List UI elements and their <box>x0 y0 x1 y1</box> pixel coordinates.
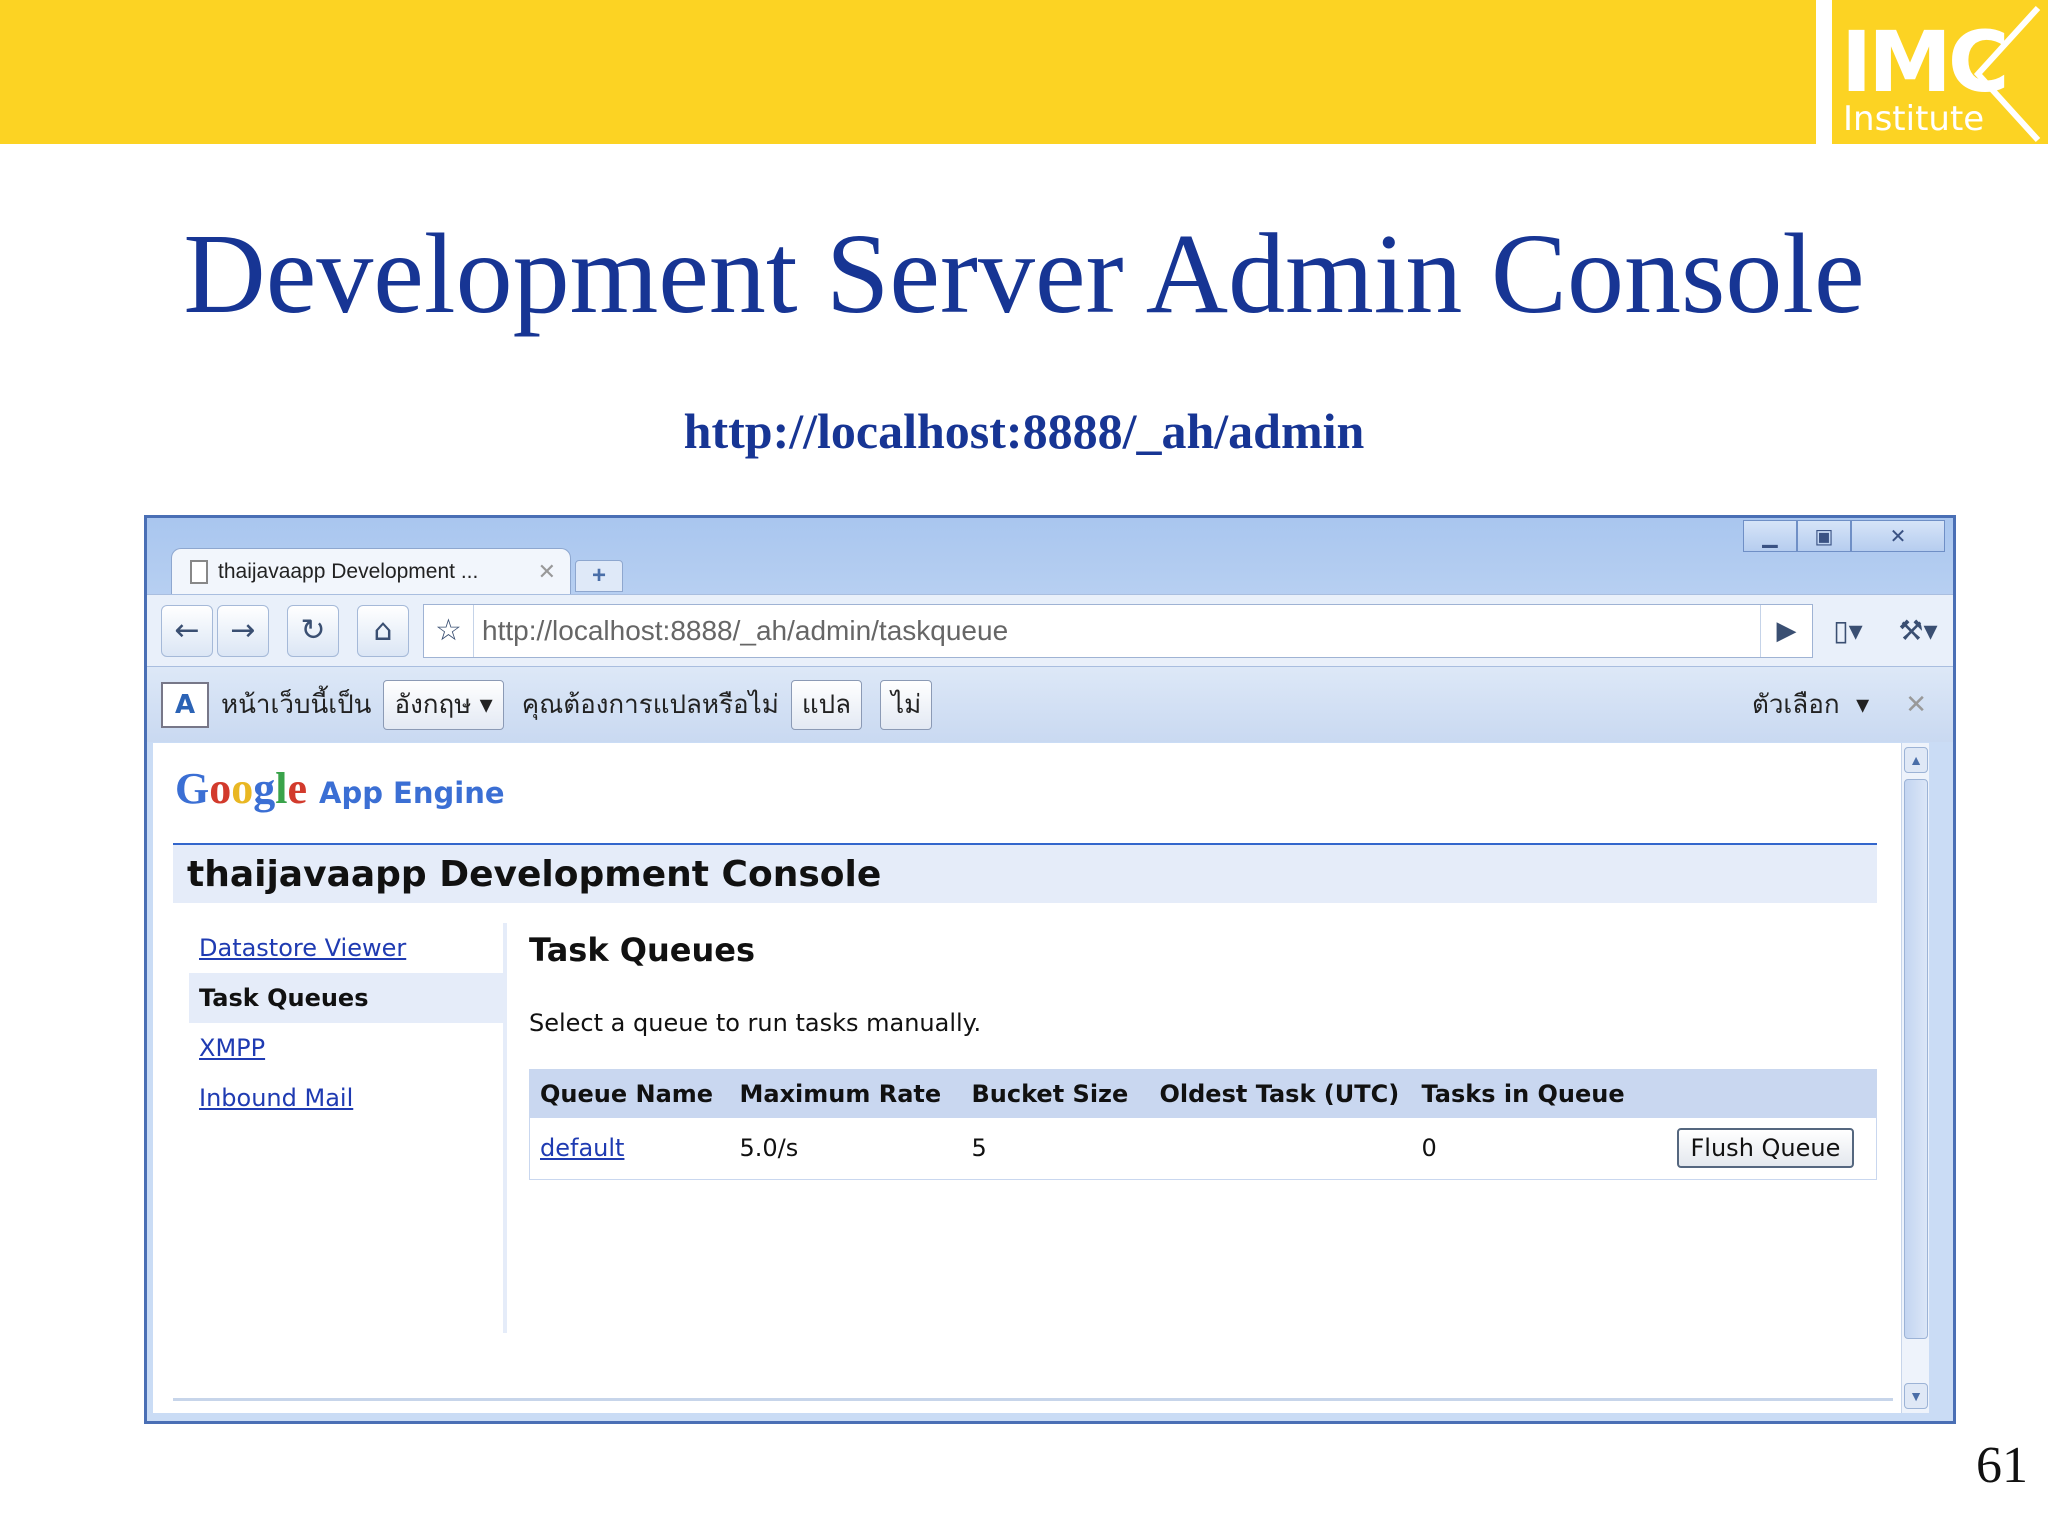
tab-close-icon[interactable]: ✕ <box>538 559 556 585</box>
options-menu[interactable]: ตัวเลือก ▾ <box>1752 684 1869 725</box>
sidebar-item-xmpp[interactable]: XMPP <box>189 1023 503 1073</box>
google-logo-text: Google <box>175 764 307 813</box>
scroll-thumb[interactable] <box>1904 779 1928 1339</box>
browser-toolbar: ← → ↻ ⌂ ☆ http://localhost:8888/_ah/admi… <box>147 594 1953 666</box>
table-row: default 5.0/s 5 0 Flush Queue <box>530 1118 1877 1180</box>
infobar-close-icon[interactable]: ✕ <box>1905 690 1927 720</box>
no-translate-button[interactable]: ไม่ <box>880 679 933 730</box>
tab-title: thaijavaapp Development ... <box>218 559 479 583</box>
scroll-up-icon[interactable]: ▲ <box>1904 747 1928 773</box>
page-bottom-divider <box>173 1398 1893 1401</box>
flush-queue-button[interactable]: Flush Queue <box>1676 1128 1855 1169</box>
window-controls: ▁ ▣ ✕ <box>1743 520 1945 552</box>
logo-chevron-icon <box>1973 5 2041 143</box>
queue-link-default[interactable]: default <box>540 1134 624 1162</box>
close-window-button[interactable]: ✕ <box>1851 520 1945 552</box>
forward-arrow-icon[interactable]: → <box>217 604 269 657</box>
console-title: thaijavaapp Development Console <box>187 853 882 895</box>
language-select[interactable]: อังกฤษ ▾ <box>383 679 504 730</box>
scroll-down-icon[interactable]: ▼ <box>1904 1383 1928 1409</box>
language-select-label: อังกฤษ <box>394 690 472 720</box>
column-header-action <box>1666 1069 1877 1118</box>
translate-button[interactable]: แปล <box>790 679 863 730</box>
wrench-menu-icon[interactable]: ⚒▾ <box>1883 604 1953 658</box>
section-description: Select a queue to run tasks manually. <box>529 1009 982 1037</box>
browser-window: ▁ ▣ ✕ thaijavaapp Development ... ✕ + ← … <box>144 515 1956 1424</box>
address-bar[interactable]: ☆ http://localhost:8888/_ah/admin/taskqu… <box>423 603 1813 658</box>
queue-name-cell: default <box>530 1118 730 1180</box>
translate-infobar: A หน้าเว็บนี้เป็น อังกฤษ ▾ คุณต้องการแปล… <box>147 666 1953 742</box>
bucket-size-cell: 5 <box>971 1134 987 1163</box>
top-banner <box>0 0 1816 144</box>
console-header: thaijavaapp Development Console <box>173 843 1877 903</box>
browser-tab[interactable]: thaijavaapp Development ... ✕ <box>171 548 571 594</box>
url-input[interactable]: http://localhost:8888/_ah/admin/taskqueu… <box>474 615 1760 647</box>
table-header-row: Queue Name Maximum Rate Bucket Size Olde… <box>529 1069 1877 1118</box>
app-engine-text: App Engine <box>319 776 505 810</box>
queue-table: Queue Name Maximum Rate Bucket Size Olde… <box>529 1069 1877 1180</box>
slide-url: http://localhost:8888/_ah/admin <box>683 403 1365 459</box>
column-header: Oldest Task (UTC) <box>1149 1069 1412 1118</box>
go-arrow-icon[interactable]: ▶ <box>1760 604 1812 657</box>
sidebar-item-inbound-mail[interactable]: Inbound Mail <box>189 1073 503 1123</box>
page-icon <box>190 559 208 584</box>
page-content: Google App Engine thaijavaapp Developmen… <box>153 743 1929 1413</box>
page-number: 61 <box>1976 1437 2028 1494</box>
sidebar-item-datastore-viewer[interactable]: Datastore Viewer <box>189 923 503 973</box>
chevron-down-icon: ▾ <box>471 689 493 720</box>
maximize-button[interactable]: ▣ <box>1797 520 1851 552</box>
bookmark-star-icon[interactable]: ☆ <box>424 604 474 657</box>
section-heading: Task Queues <box>529 931 755 969</box>
minimize-button[interactable]: ▁ <box>1743 520 1797 552</box>
infobar-text-2: คุณต้องการแปลหรือไม่ <box>521 690 779 720</box>
infobar-text-1: หน้าเว็บนี้เป็น <box>221 690 372 720</box>
column-header: Bucket Size <box>961 1069 1150 1118</box>
chevron-down-icon: ▾ <box>1847 690 1870 720</box>
sidebar-nav: Datastore Viewer Task Queues XMPP Inboun… <box>189 923 507 1333</box>
new-tab-button[interactable]: + <box>575 560 623 592</box>
tasks-in-queue-cell: 0 <box>1421 1134 1437 1163</box>
column-header: Queue Name <box>529 1069 730 1118</box>
column-header: Maximum Rate <box>729 1069 962 1118</box>
oldest-task-cell <box>1150 1118 1412 1180</box>
vertical-scrollbar[interactable]: ▲ ▼ <box>1901 743 1929 1413</box>
options-label: ตัวเลือก <box>1751 690 1840 720</box>
back-arrow-icon[interactable]: ← <box>161 604 213 657</box>
logo-sub-text: Institute <box>1843 99 1985 139</box>
sidebar-item-task-queues[interactable]: Task Queues <box>189 973 503 1023</box>
translate-icon: A <box>161 681 209 728</box>
slide-title: Development Server Admin Console <box>183 210 1865 337</box>
page-menu-icon[interactable]: ▯▾ <box>1813 604 1883 658</box>
action-cell: Flush Queue <box>1667 1118 1877 1180</box>
main-panel: Task Queues Select a queue to run tasks … <box>529 931 1877 1180</box>
home-icon[interactable]: ⌂ <box>357 604 409 657</box>
app-engine-logo: Google App Engine <box>175 763 505 814</box>
column-header: Tasks in Queue <box>1411 1069 1667 1118</box>
reload-icon[interactable]: ↻ <box>287 604 339 657</box>
max-rate-cell: 5.0/s <box>739 1134 799 1163</box>
